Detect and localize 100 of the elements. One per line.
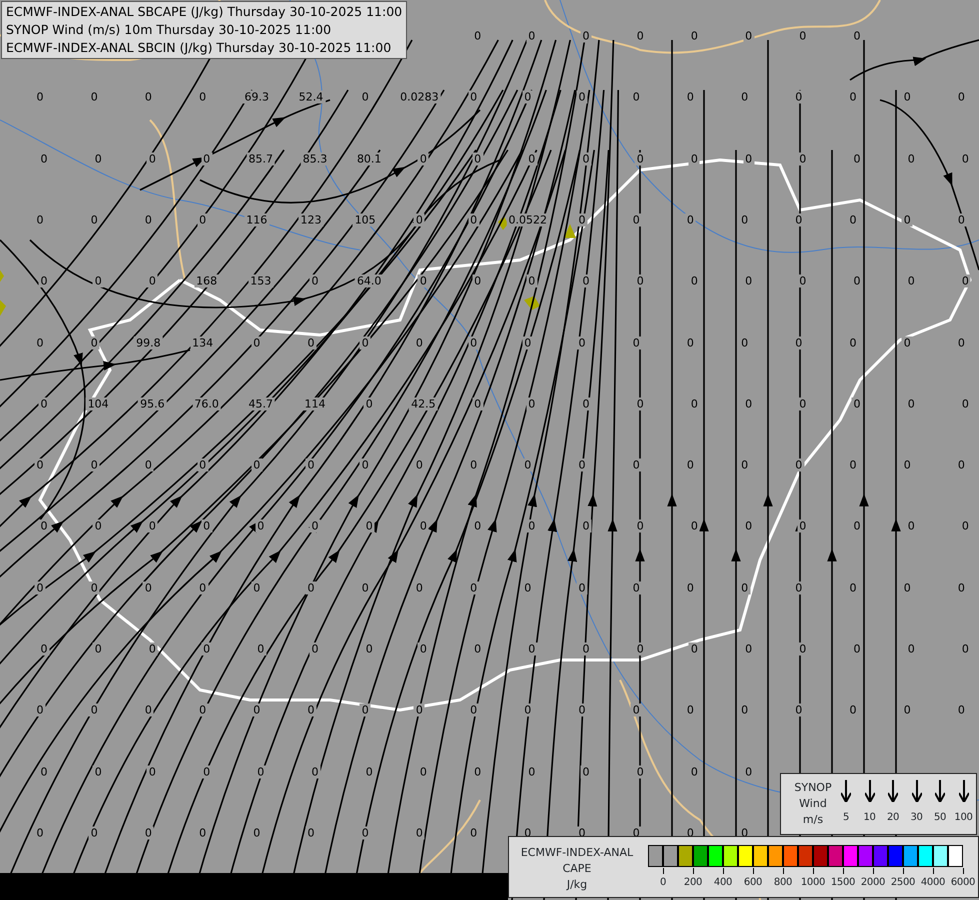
- cape-value: 0: [472, 30, 484, 42]
- cape-value: 0: [739, 213, 750, 226]
- cape-value: 0: [906, 397, 917, 410]
- cape-value: 0: [88, 826, 100, 840]
- cape-value: 0: [364, 397, 375, 410]
- legend-title: ECMWF-INDEX-ANAL: [520, 845, 634, 861]
- cape-value: 0: [251, 704, 262, 717]
- wind-speed-label: 5: [842, 811, 850, 825]
- cape-value: 0: [92, 274, 104, 288]
- cape-value: 0: [902, 336, 913, 349]
- cape-value: 0: [848, 458, 858, 472]
- cape-value: 0: [793, 458, 804, 472]
- cape-value: 0: [956, 90, 967, 104]
- cape-value: 0: [468, 581, 480, 594]
- cape-value: 0: [688, 274, 700, 288]
- cape-value: 0: [197, 213, 208, 226]
- cape-value: 0: [960, 520, 971, 533]
- cape-value: 0: [684, 90, 696, 104]
- cape-value: 0: [902, 704, 913, 717]
- cape-value: 52.4: [296, 90, 326, 104]
- cape-value: 0: [468, 213, 480, 226]
- cape-value: 95.6: [138, 397, 167, 410]
- cape-value: 0: [576, 336, 588, 349]
- cape-value: 0: [88, 336, 100, 349]
- cape-value: 0: [472, 397, 484, 410]
- cape-value: 0: [684, 581, 696, 594]
- cape-value: 0: [34, 213, 46, 226]
- cape-value: 134: [190, 336, 216, 349]
- tick-mark: [693, 868, 694, 874]
- wind-speed-label: 20: [886, 811, 900, 825]
- cape-value: 0: [688, 30, 700, 42]
- cape-value: 0: [142, 826, 154, 840]
- cape-value: 0: [906, 520, 917, 533]
- cape-value: 0: [38, 274, 50, 288]
- cape-value: 0: [797, 520, 808, 533]
- cape-value: 0: [92, 152, 104, 166]
- cape-area: [0, 300, 6, 316]
- cape-value: 0: [960, 642, 971, 656]
- cape-value: 0: [197, 90, 208, 104]
- cape-value: 0: [414, 581, 425, 594]
- wind-arrow-icon: [864, 780, 874, 802]
- cape-value: 0: [960, 152, 971, 166]
- tick-label: 800: [774, 876, 792, 890]
- wind-arrow-icon: [912, 780, 922, 802]
- cape-value: 0: [526, 30, 538, 42]
- tick-mark: [813, 868, 814, 874]
- wind-speed-label: 30: [910, 811, 923, 825]
- cape-value: 0: [251, 581, 262, 594]
- cape-value: 0: [201, 520, 212, 533]
- cape-value: 0: [197, 704, 208, 717]
- tick-label: 200: [684, 876, 702, 890]
- cape-value: 0: [852, 397, 862, 410]
- cape-value: 0: [630, 704, 642, 717]
- cape-value: 0: [743, 397, 754, 410]
- cape-value: 0: [360, 581, 371, 594]
- cape-value: 0: [38, 642, 50, 656]
- cape-value: 0: [522, 336, 534, 349]
- cape-value: 0: [414, 704, 425, 717]
- cape-value: 0: [793, 704, 804, 717]
- tick-mark: [663, 868, 664, 874]
- cape-value: 0: [793, 90, 804, 104]
- cape-value: 0: [142, 213, 154, 226]
- tick-label: 1500: [830, 876, 856, 890]
- tick-mark: [783, 868, 784, 874]
- cape-value: 0: [472, 765, 484, 778]
- cape-value: 0: [522, 458, 534, 472]
- cape-value: 0: [956, 704, 967, 717]
- tick-label: 0: [660, 876, 666, 890]
- cape-value: 0: [576, 458, 588, 472]
- cape-value: 0: [739, 458, 750, 472]
- cape-value: 0: [34, 581, 46, 594]
- cape-value: 0: [522, 90, 534, 104]
- cape-value: 0: [201, 152, 212, 166]
- cape-value: 0: [960, 397, 971, 410]
- cape-value: 105: [352, 213, 378, 226]
- cape-value: 0: [306, 704, 316, 717]
- cape-value: 0: [364, 520, 375, 533]
- cape-value: 0: [580, 520, 592, 533]
- cape-value: 0: [688, 520, 700, 533]
- cape-value: 42.5: [409, 397, 438, 410]
- cape-value: 0: [906, 274, 917, 288]
- cape-value: 0: [797, 274, 808, 288]
- cape-value: 0: [634, 520, 646, 533]
- cape-value: 0: [364, 765, 375, 778]
- cape-value: 0: [634, 765, 646, 778]
- cape-value: 0: [630, 90, 642, 104]
- cape-value: 0: [797, 152, 808, 166]
- cape-value: 0: [797, 397, 808, 410]
- cape-value: 76.0: [192, 397, 221, 410]
- cape-value: 0: [526, 274, 538, 288]
- cape-value: 0: [472, 274, 484, 288]
- tick-mark: [903, 868, 904, 874]
- cape-value: 0: [34, 90, 46, 104]
- cape-value: 0: [306, 581, 316, 594]
- cape-value: 0: [688, 765, 700, 778]
- cape-value: 0: [906, 152, 917, 166]
- cape-value: 0: [526, 152, 538, 166]
- cape-value: 0: [743, 274, 754, 288]
- cape-value: 0: [468, 90, 480, 104]
- cape-value: 0: [902, 458, 913, 472]
